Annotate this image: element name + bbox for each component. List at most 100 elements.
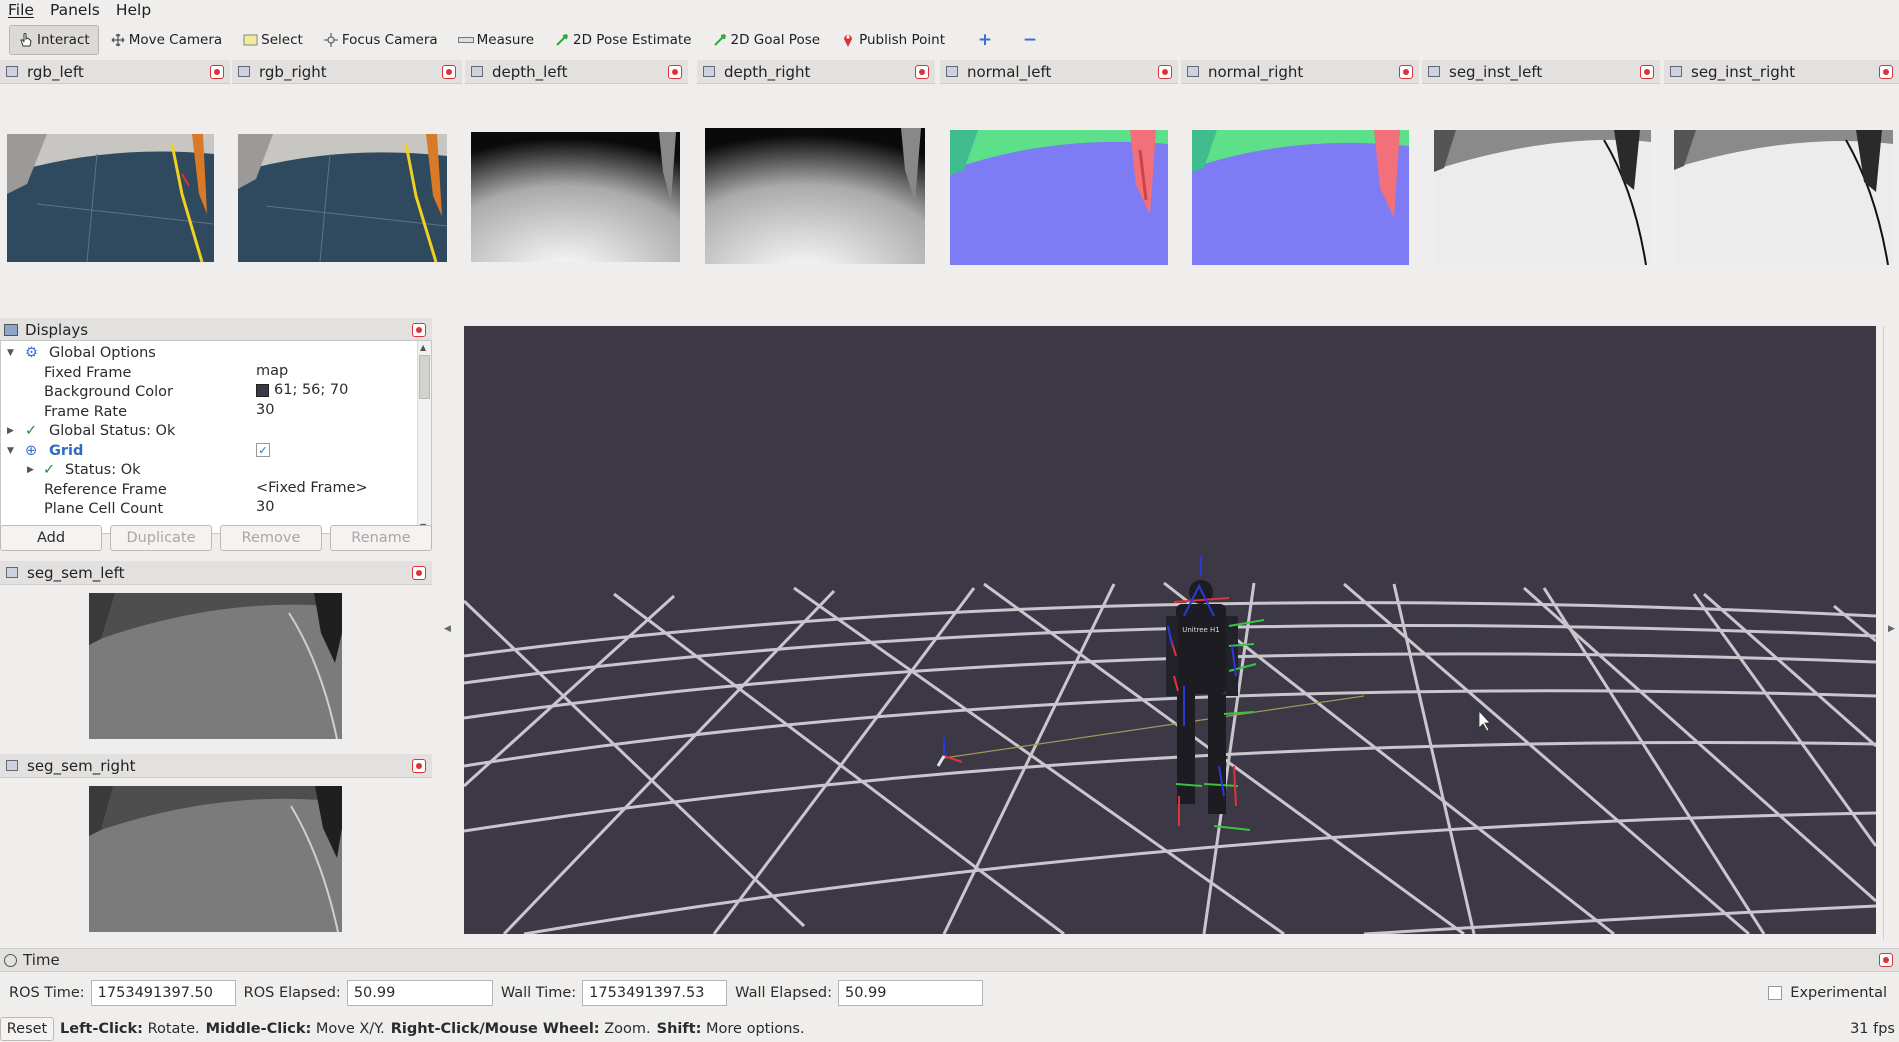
panel-header: seg_sem_right (0, 754, 432, 778)
displays-header: Displays (0, 318, 432, 342)
tree-scrollbar[interactable]: ▲ ▼ (417, 341, 431, 533)
image-panel-icon (1428, 66, 1440, 77)
duplicate-display-button[interactable]: Duplicate (110, 525, 212, 551)
close-icon[interactable] (1158, 65, 1172, 79)
expand-arrow-icon[interactable]: ▼ (7, 348, 19, 358)
goal-pose-tool-button[interactable]: 2D Goal Pose (703, 25, 830, 55)
tree-label: Global Status: Ok (49, 422, 176, 439)
tree-row-frame-rate[interactable]: Frame Rate (44, 402, 127, 422)
reference-frame-value[interactable]: <Fixed Frame> (256, 480, 368, 496)
close-icon[interactable] (412, 759, 426, 773)
close-icon[interactable] (1879, 953, 1893, 967)
collapse-left-icon[interactable]: ◀ (444, 624, 451, 634)
tree-row-global-status[interactable]: ▶ ✓ Global Status: Ok (7, 421, 175, 441)
interact-tool-button[interactable]: Interact (9, 25, 99, 55)
seg-sem-right-image (89, 786, 342, 932)
remove-tool-button[interactable]: − (1013, 25, 1050, 55)
close-icon[interactable] (412, 323, 426, 337)
close-icon[interactable] (915, 65, 929, 79)
select-tool-button[interactable]: Select (233, 25, 312, 55)
select-label: Select (261, 32, 303, 48)
wall-time-label: Wall Time: (500, 985, 577, 1001)
tree-row-fixed-frame[interactable]: Fixed Frame (44, 363, 131, 383)
rename-display-button[interactable]: Rename (330, 525, 432, 551)
right-splitter[interactable] (1883, 326, 1884, 940)
grid-enabled-checkbox[interactable]: ✓ (256, 443, 270, 457)
ros-time-label: ROS Time: (9, 985, 85, 1001)
green-arrow-icon (712, 32, 728, 48)
color-value-text: 61; 56; 70 (274, 382, 349, 398)
panel-normal-left: normal_left (940, 60, 1178, 310)
tree-row-reference-frame[interactable]: Reference Frame (44, 480, 167, 500)
panel-title: normal_right (1208, 62, 1304, 81)
panel-rgb-left: rgb_left (0, 60, 230, 310)
frame-rate-value[interactable]: 30 (256, 402, 274, 418)
tree-label: Background Color (44, 383, 173, 400)
fixed-frame-value[interactable]: map (256, 363, 288, 379)
hint-middle-click: Middle-Click: Move X/Y. (206, 1021, 385, 1037)
pose-estimate-tool-button[interactable]: 2D Pose Estimate (545, 25, 700, 55)
panel-header: seg_inst_left (1422, 60, 1660, 84)
focus-camera-tool-button[interactable]: Focus Camera (314, 25, 447, 55)
tree-row-plane-cell-count[interactable]: Plane Cell Count (44, 499, 163, 519)
menu-panels[interactable]: Panels (42, 1, 108, 19)
seg-inst-left-image (1434, 130, 1651, 265)
close-icon[interactable] (442, 65, 456, 79)
menu-help[interactable]: Help (108, 1, 159, 19)
reset-button[interactable]: Reset (0, 1017, 54, 1041)
tree-row-global-options[interactable]: ▼ ⚙ Global Options (7, 343, 156, 363)
depth-left-image (471, 132, 680, 262)
hint-key: Middle-Click: (205, 1021, 312, 1037)
tree-row-grid[interactable]: ▼ ⊕ Grid (7, 441, 83, 461)
tree-row-status-ok[interactable]: ▶ ✓ Status: Ok (27, 460, 141, 480)
panel-seg-inst-right: seg_inst_right (1664, 60, 1899, 310)
tree-label: Grid (49, 442, 84, 459)
panel-header: normal_left (940, 60, 1178, 84)
tree-row-background-color[interactable]: Background Color (44, 382, 173, 402)
close-icon[interactable] (1879, 65, 1893, 79)
experimental-checkbox[interactable] (1768, 986, 1783, 1000)
panel-title: normal_left (967, 62, 1052, 81)
3d-viewport[interactable]: Unitree H1 (464, 326, 1876, 934)
plus-icon: + (977, 30, 993, 50)
panel-title: depth_left (492, 62, 568, 81)
close-icon[interactable] (668, 65, 682, 79)
scroll-thumb[interactable] (419, 355, 430, 399)
panel-seg-sem-left: seg_sem_left (0, 561, 432, 751)
checkmark-icon: ✓ (25, 422, 38, 439)
scroll-up-icon[interactable]: ▲ (420, 343, 426, 352)
publish-point-tool-button[interactable]: Publish Point (831, 25, 954, 55)
panel-header: rgb_left (0, 60, 230, 84)
add-tool-button[interactable]: + (968, 25, 1005, 55)
fps-counter: 31 fps (1850, 1021, 1895, 1037)
background-color-value[interactable]: 61; 56; 70 (256, 382, 348, 398)
add-display-button[interactable]: Add (0, 525, 102, 551)
close-icon[interactable] (210, 65, 224, 79)
panel-title: rgb_left (27, 62, 84, 81)
tree-label: Fixed Frame (44, 364, 132, 381)
menu-file[interactable]: File (0, 1, 42, 19)
ros-time-field[interactable]: 1753491397.50 (90, 980, 236, 1006)
green-arrow-icon (554, 32, 570, 48)
color-swatch (256, 383, 269, 397)
close-icon[interactable] (412, 566, 426, 580)
remove-display-button[interactable]: Remove (220, 525, 322, 551)
expand-arrow-icon[interactable]: ▶ (7, 426, 19, 436)
measure-tool-button[interactable]: Measure (449, 25, 543, 55)
wall-elapsed-field[interactable]: 50.99 (837, 980, 983, 1006)
move-camera-tool-button[interactable]: Move Camera (101, 25, 231, 55)
close-icon[interactable] (1399, 65, 1413, 79)
collapse-right-icon[interactable]: ▶ (1888, 624, 1895, 634)
image-panel-icon (238, 66, 250, 77)
wall-time-field[interactable]: 1753491397.53 (582, 980, 728, 1006)
close-icon[interactable] (1640, 65, 1654, 79)
expand-arrow-icon[interactable]: ▶ (27, 465, 39, 475)
panel-header: depth_right (697, 60, 935, 84)
ros-elapsed-field[interactable]: 50.99 (346, 980, 493, 1006)
panel-title: seg_inst_right (1691, 62, 1796, 81)
publish-point-label: Publish Point (859, 32, 946, 48)
plane-cell-count-value[interactable]: 30 (256, 499, 274, 515)
panel-header: depth_left (465, 60, 688, 84)
expand-arrow-icon[interactable]: ▼ (7, 446, 19, 456)
wall-elapsed-label: Wall Elapsed: (735, 985, 832, 1001)
